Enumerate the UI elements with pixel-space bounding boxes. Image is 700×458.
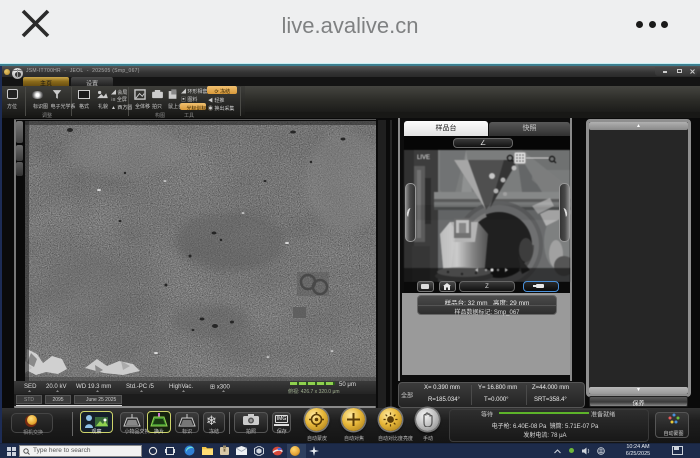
svg-text:LIVE: LIVE (417, 155, 430, 161)
